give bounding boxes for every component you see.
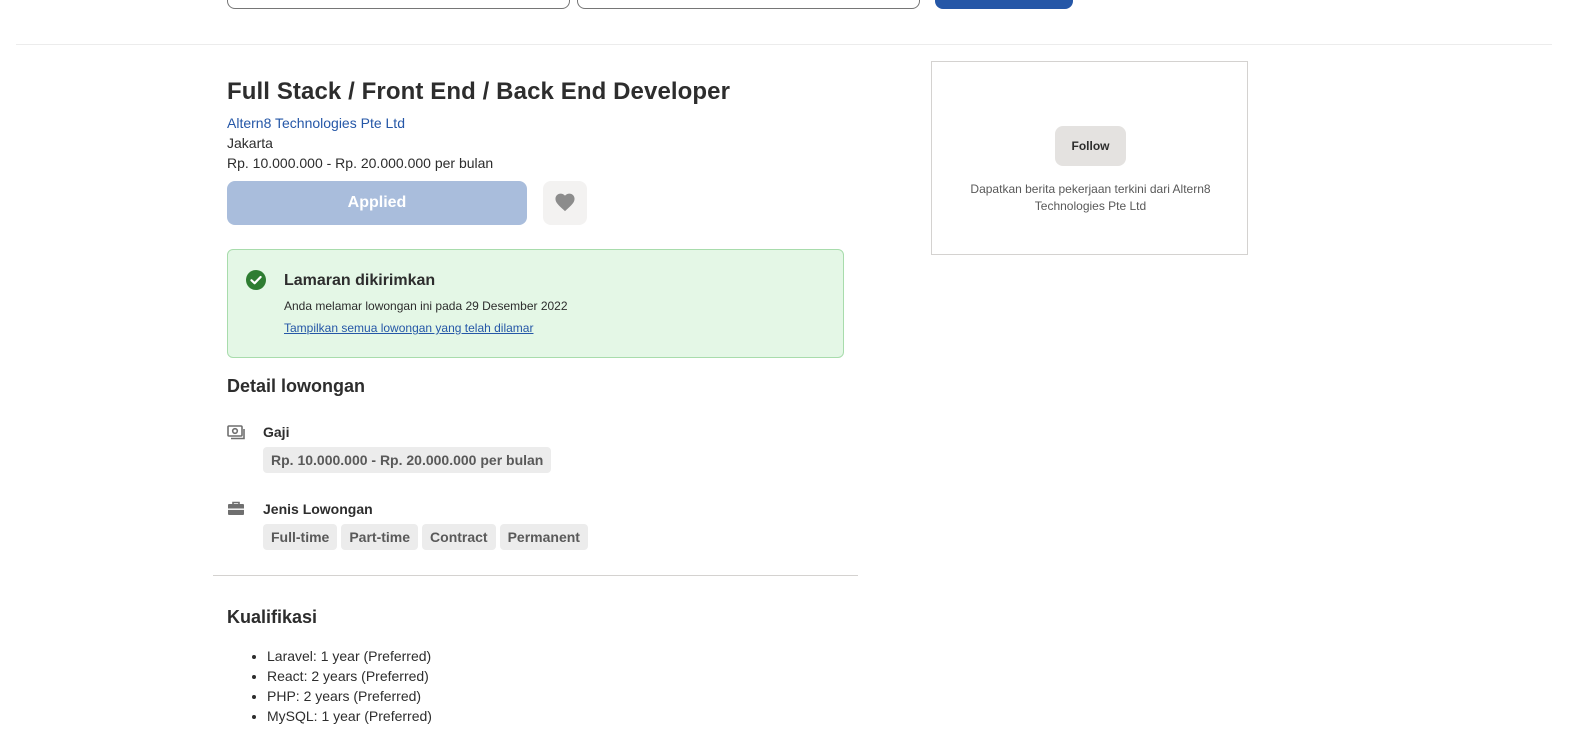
follow-button[interactable]: Follow bbox=[1055, 126, 1126, 166]
money-icon bbox=[227, 423, 245, 441]
job-location: Jakarta bbox=[227, 135, 273, 151]
follow-description: Dapatkan berita pekerjaan terkini dari A… bbox=[970, 182, 1211, 213]
job-main-column: Full Stack / Front End / Back End Develo… bbox=[227, 62, 844, 550]
job-type-label: Jenis Lowongan bbox=[263, 501, 373, 517]
search-button[interactable] bbox=[935, 0, 1073, 9]
qualifications-heading: Kualifikasi bbox=[227, 607, 318, 627]
qualification-item: MySQL: 1 year (Preferred) bbox=[267, 706, 432, 726]
qualification-item: React: 2 years (Preferred) bbox=[267, 666, 432, 686]
application-sent-notice: Lamaran dikirimkan Anda melamar lowongan… bbox=[227, 249, 844, 358]
job-type-pill: Full-time bbox=[263, 524, 338, 550]
job-type-pill: Part-time bbox=[341, 524, 419, 550]
qualifications-list: Laravel: 1 year (Preferred) React: 2 yea… bbox=[227, 646, 432, 726]
heart-icon bbox=[554, 192, 576, 215]
save-job-button[interactable] bbox=[543, 181, 587, 225]
notice-description: Anda melamar lowongan ini pada 29 Desemb… bbox=[284, 299, 568, 313]
where-search-input[interactable] bbox=[577, 0, 920, 9]
job-type-pill: Contract bbox=[422, 524, 496, 550]
salary-detail: Gaji Rp. 10.000.000 - Rp. 20.000.000 per… bbox=[227, 423, 844, 473]
check-circle-icon bbox=[246, 270, 266, 290]
qualification-item: PHP: 2 years (Preferred) bbox=[267, 686, 432, 706]
applied-button[interactable]: Applied bbox=[227, 181, 527, 225]
job-type-detail: Jenis Lowongan Full-time Part-time Contr… bbox=[227, 500, 844, 550]
header-divider bbox=[16, 44, 1552, 45]
section-divider bbox=[213, 575, 858, 576]
briefcase-icon bbox=[227, 500, 245, 518]
view-applied-jobs-link[interactable]: Tampilkan semua lowongan yang telah dila… bbox=[284, 321, 533, 335]
job-details-heading: Detail lowongan bbox=[227, 376, 366, 396]
what-search-input[interactable] bbox=[227, 0, 570, 9]
qualification-item: Laravel: 1 year (Preferred) bbox=[267, 646, 432, 666]
salary-label: Gaji bbox=[263, 424, 290, 440]
notice-title: Lamaran dikirimkan bbox=[284, 272, 436, 289]
job-actions: Applied bbox=[227, 181, 844, 225]
company-link[interactable]: Altern8 Technologies Pte Ltd bbox=[227, 113, 405, 133]
job-salary: Rp. 10.000.000 - Rp. 20.000.000 per bula… bbox=[227, 155, 494, 171]
company-follow-card: Follow Dapatkan berita pekerjaan terkini… bbox=[931, 61, 1248, 255]
job-type-pill: Permanent bbox=[499, 524, 588, 550]
salary-pill: Rp. 10.000.000 - Rp. 20.000.000 per bula… bbox=[263, 447, 552, 473]
job-title: Full Stack / Front End / Back End Develo… bbox=[227, 78, 731, 105]
